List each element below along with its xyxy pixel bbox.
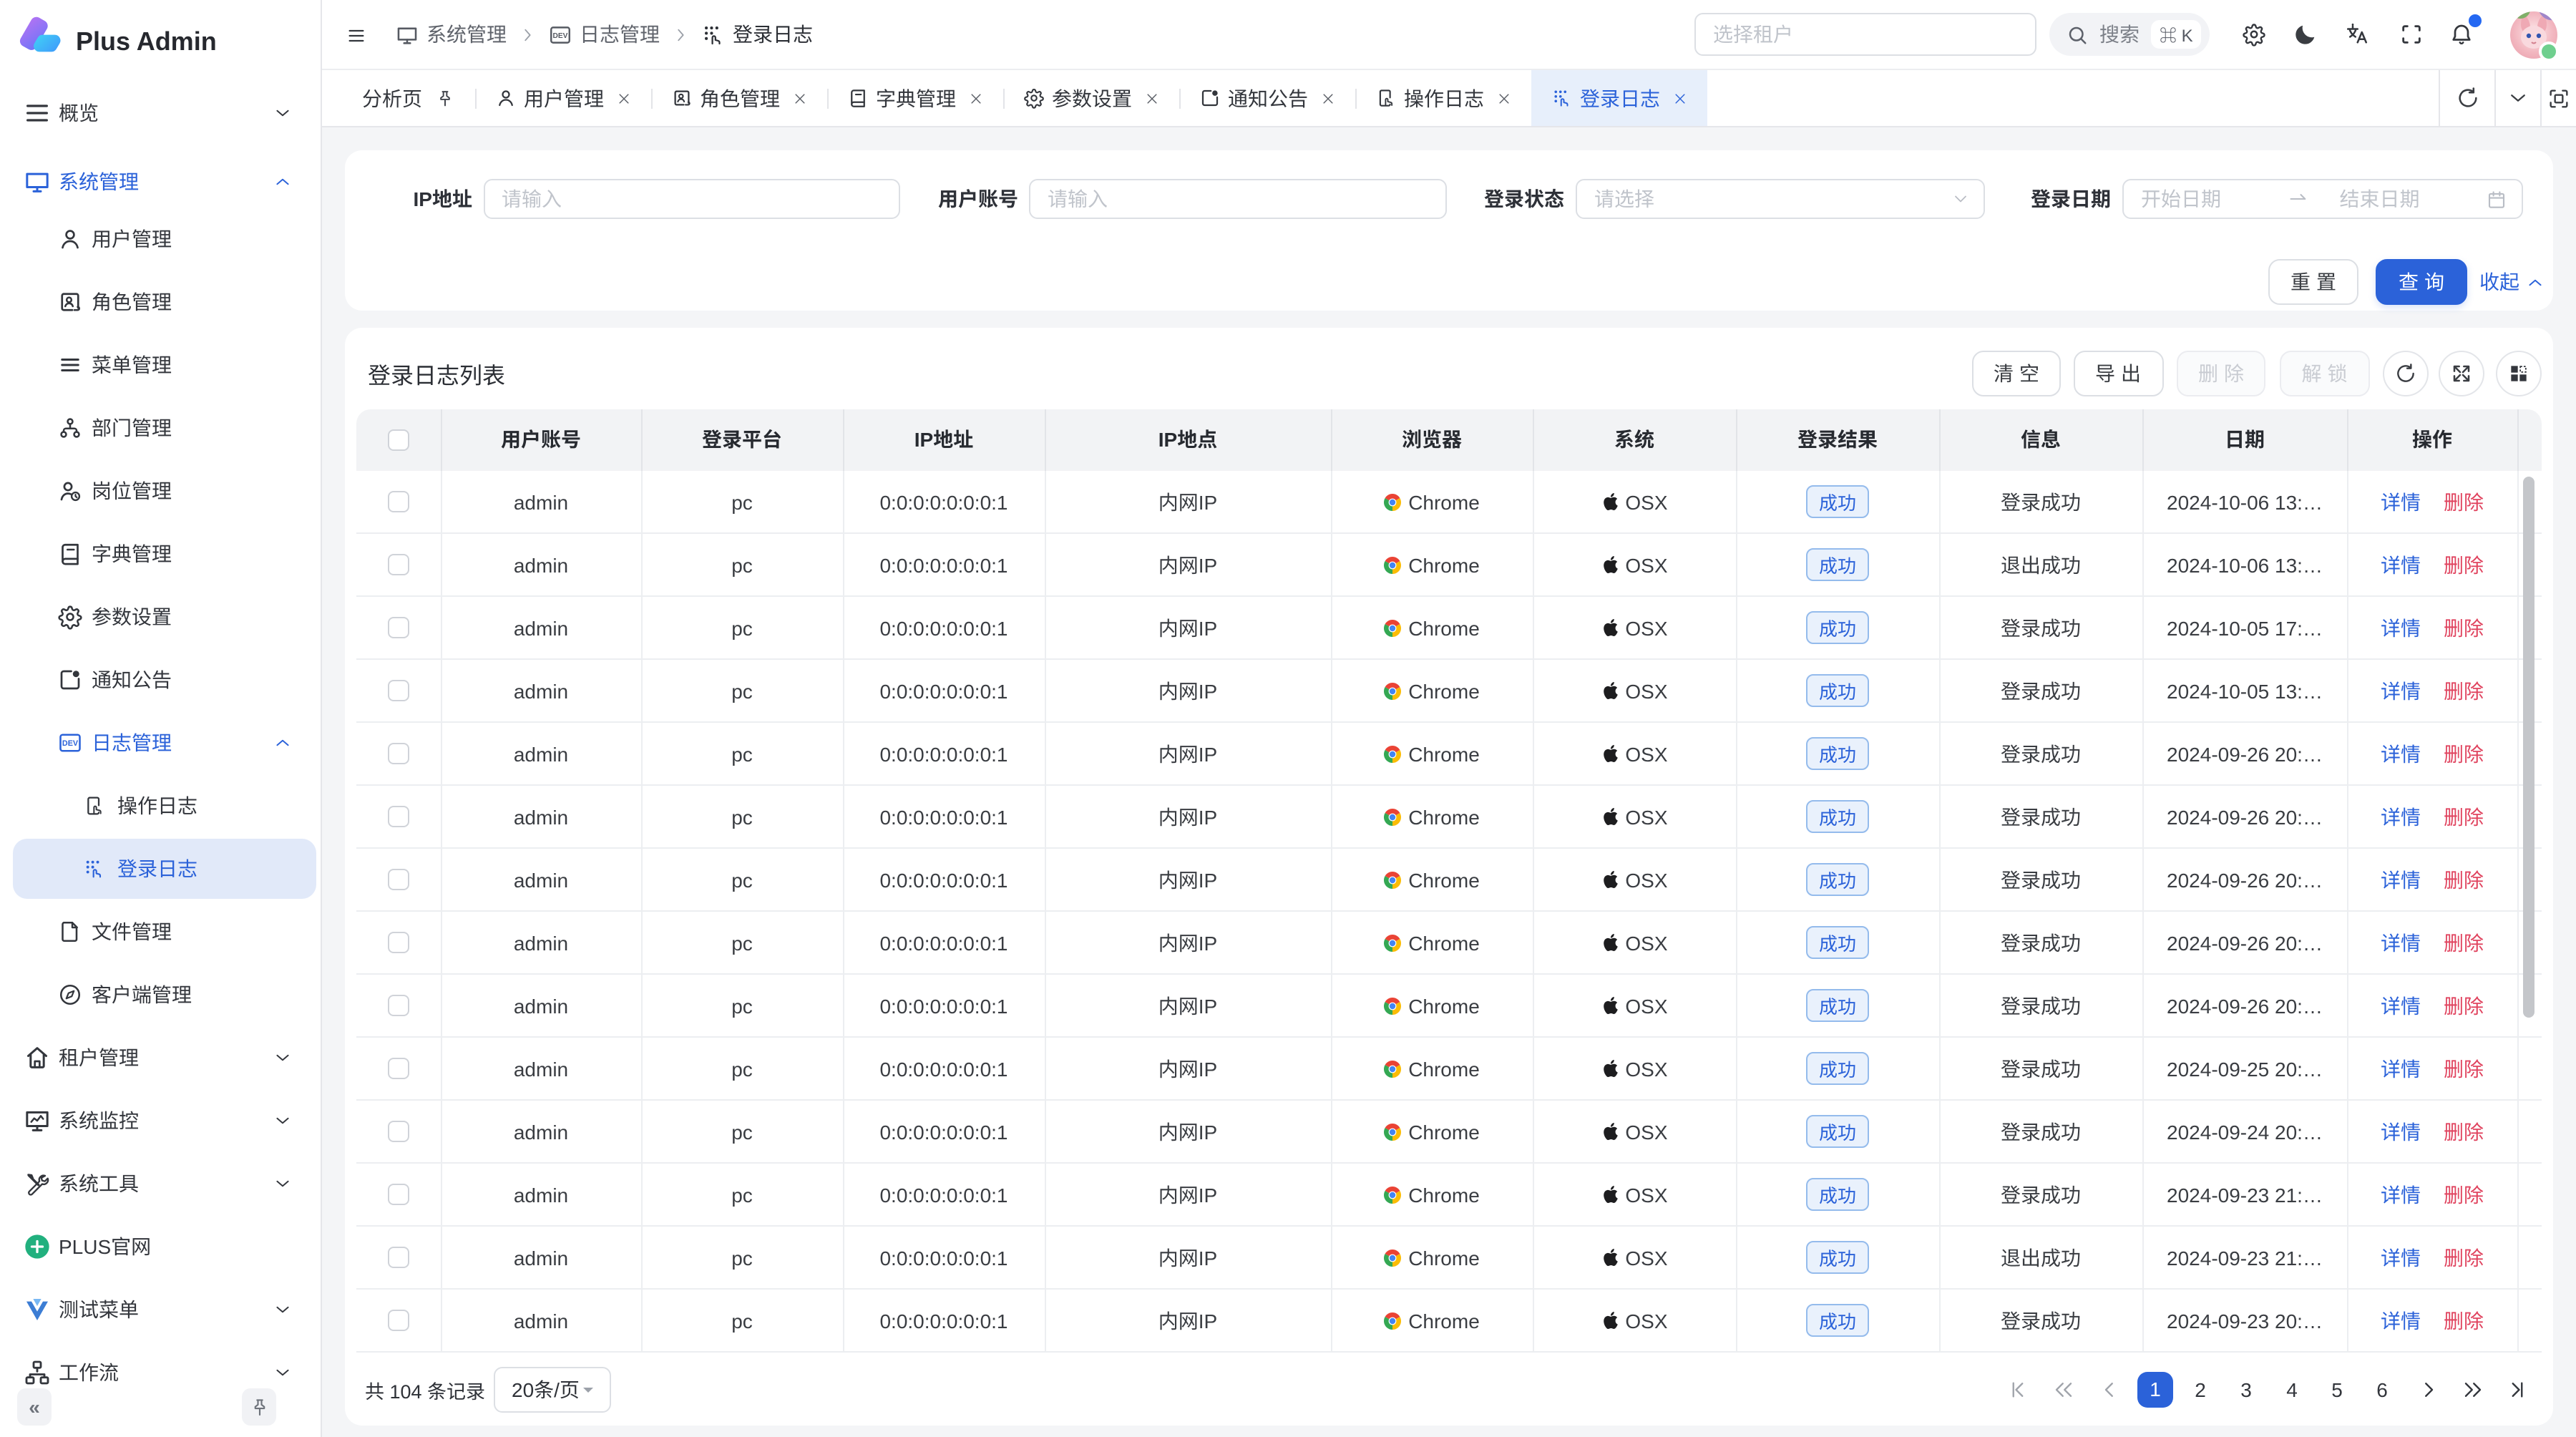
svg-text:DEV: DEV: [62, 739, 79, 747]
svg-text:DEV: DEV: [553, 31, 568, 39]
